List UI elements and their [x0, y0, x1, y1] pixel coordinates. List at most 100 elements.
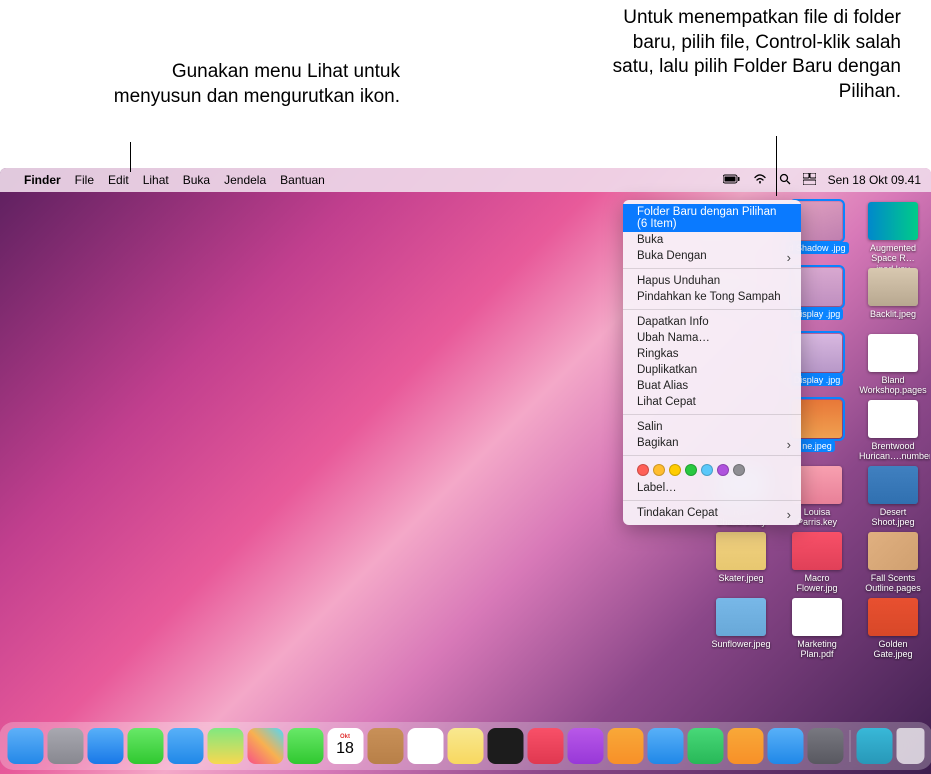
file-thumbnail [868, 598, 918, 636]
battery-icon[interactable] [723, 173, 741, 187]
file-label: Brentwood Hurican….numbers [856, 440, 930, 463]
menu-buka[interactable]: Buka [183, 173, 210, 187]
context-menu: Folder Baru dengan Pilihan (6 Item) Buka… [623, 200, 801, 525]
tag-color-dot[interactable] [717, 464, 729, 476]
desktop-file[interactable]: Macro Flower.jpg [780, 532, 854, 595]
dock-trash[interactable] [896, 728, 924, 764]
file-thumbnail [792, 598, 842, 636]
tag-color-dot[interactable] [669, 464, 681, 476]
ctx-buka[interactable]: Buka [623, 232, 801, 248]
file-thumbnail [868, 532, 918, 570]
dock-app-books[interactable] [607, 728, 643, 764]
desktop-file[interactable]: Fall Scents Outline.pages [856, 532, 930, 595]
ctx-separator [623, 268, 801, 269]
dock-app-calendar[interactable]: Okt18 [327, 728, 363, 764]
dock-app-numbers[interactable] [687, 728, 723, 764]
tag-color-dot[interactable] [733, 464, 745, 476]
dock-app-appstore2[interactable] [767, 728, 803, 764]
callouts-area: Gunakan menu Lihat untuk menyusun dan me… [0, 0, 931, 168]
ctx-bagikan[interactable]: Bagikan [623, 435, 801, 451]
ctx-ringkas[interactable]: Ringkas [623, 346, 801, 362]
desktop-file[interactable]: Golden Gate.jpeg [856, 598, 930, 661]
tag-color-dot[interactable] [653, 464, 665, 476]
menu-jendela[interactable]: Jendela [224, 173, 266, 187]
dock-app-finder[interactable] [7, 728, 43, 764]
callout-line-right [776, 136, 777, 196]
dock-app-settings[interactable] [807, 728, 843, 764]
menu-edit[interactable]: Edit [108, 173, 129, 187]
ctx-salin[interactable]: Salin [623, 419, 801, 435]
tag-color-dot[interactable] [637, 464, 649, 476]
desktop-file[interactable]: Brentwood Hurican….numbers [856, 400, 930, 463]
menubar: Finder File Edit Lihat Buka Jendela Bant… [0, 168, 931, 192]
file-label: Macro Flower.jpg [780, 572, 854, 595]
ctx-dapatkan-info[interactable]: Dapatkan Info [623, 314, 801, 330]
file-thumbnail [868, 202, 918, 240]
desktop-file[interactable]: Marketing Plan.pdf [780, 598, 854, 661]
dock-app-maps[interactable] [207, 728, 243, 764]
file-label: Skater.jpeg [715, 572, 766, 584]
menu-lihat[interactable]: Lihat [143, 173, 169, 187]
dock-app-pages[interactable] [727, 728, 763, 764]
dock-app-tv[interactable] [487, 728, 523, 764]
menu-bantuan[interactable]: Bantuan [280, 173, 325, 187]
file-label: ne.jpeg [799, 440, 835, 452]
ctx-lihat-cepat[interactable]: Lihat Cepat [623, 394, 801, 410]
dock: Okt18 [0, 722, 931, 770]
wifi-icon[interactable] [753, 173, 767, 187]
dock-app-messages[interactable] [127, 728, 163, 764]
search-icon[interactable] [779, 173, 791, 188]
file-label: Marketing Plan.pdf [780, 638, 854, 661]
ctx-separator [623, 455, 801, 456]
menubar-datetime[interactable]: Sen 18 Okt 09.41 [828, 173, 921, 187]
menubar-right: Sen 18 Okt 09.41 [723, 173, 921, 188]
desktop-file[interactable]: Desert Shoot.jpeg [856, 466, 930, 529]
menu-app-name[interactable]: Finder [24, 173, 61, 187]
dock-app-contacts[interactable] [367, 728, 403, 764]
dock-app-reminders[interactable] [407, 728, 443, 764]
ctx-pindah-tong-sampah[interactable]: Pindahkan ke Tong Sampah [623, 289, 801, 305]
tag-color-dot[interactable] [685, 464, 697, 476]
dock-separator [849, 730, 850, 762]
dock-app-appstore[interactable] [647, 728, 683, 764]
file-thumbnail [868, 466, 918, 504]
file-label: Golden Gate.jpeg [856, 638, 930, 661]
desktop-file[interactable]: Backlit.jpeg [856, 268, 930, 320]
dock-app-mail[interactable] [167, 728, 203, 764]
ctx-separator [623, 414, 801, 415]
ctx-buat-alias[interactable]: Buat Alias [623, 378, 801, 394]
ctx-tags-row [623, 460, 801, 480]
tag-color-dot[interactable] [701, 464, 713, 476]
file-label: Fall Scents Outline.pages [856, 572, 930, 595]
dock-app-music[interactable] [527, 728, 563, 764]
ctx-new-folder-with-selection[interactable]: Folder Baru dengan Pilihan (6 Item) [623, 204, 801, 232]
desktop[interactable]: Finder File Edit Lihat Buka Jendela Bant… [0, 168, 931, 774]
desktop-file[interactable]: Skater.jpeg [704, 532, 778, 584]
ctx-buka-dengan[interactable]: Buka Dengan [623, 248, 801, 264]
desktop-file[interactable]: Augmented Space R…ined.key [856, 202, 930, 275]
file-label: Bland Workshop.pages [856, 374, 930, 397]
dock-downloads[interactable] [856, 728, 892, 764]
desktop-file[interactable]: Sunflower.jpeg [704, 598, 778, 650]
dock-app-safari[interactable] [87, 728, 123, 764]
ctx-duplikatkan[interactable]: Duplikatkan [623, 362, 801, 378]
ctx-separator [623, 500, 801, 501]
file-thumbnail [716, 598, 766, 636]
file-thumbnail [716, 532, 766, 570]
menu-file[interactable]: File [75, 173, 94, 187]
dock-app-photos[interactable] [247, 728, 283, 764]
ctx-label[interactable]: Label… [623, 480, 801, 496]
menubar-left: Finder File Edit Lihat Buka Jendela Bant… [10, 173, 325, 187]
callout-line-left [130, 142, 131, 172]
dock-app-notes[interactable] [447, 728, 483, 764]
control-center-icon[interactable] [803, 173, 816, 188]
file-thumbnail [868, 400, 918, 438]
ctx-tindakan-cepat[interactable]: Tindakan Cepat [623, 505, 801, 521]
dock-app-launchpad[interactable] [47, 728, 83, 764]
dock-app-facetime[interactable] [287, 728, 323, 764]
file-thumbnail [868, 334, 918, 372]
ctx-hapus-unduhan[interactable]: Hapus Unduhan [623, 273, 801, 289]
ctx-ubah-nama[interactable]: Ubah Nama… [623, 330, 801, 346]
dock-app-podcasts[interactable] [567, 728, 603, 764]
desktop-file[interactable]: Bland Workshop.pages [856, 334, 930, 397]
